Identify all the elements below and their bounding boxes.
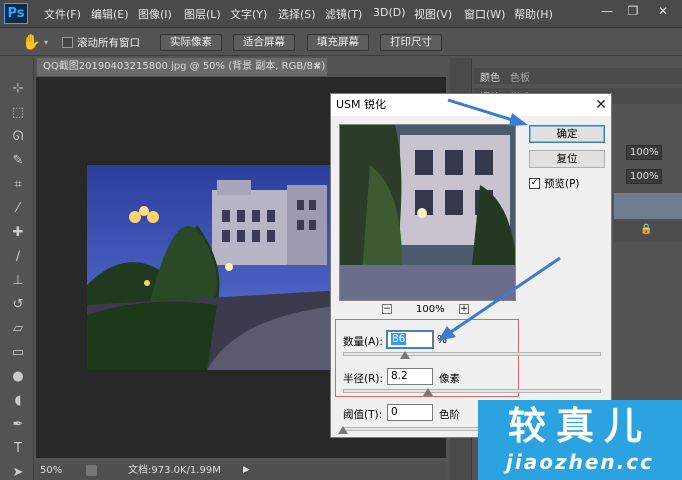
blur-tool-icon[interactable]: ● xyxy=(11,370,25,384)
fill-field[interactable]: 100% xyxy=(626,169,662,184)
threshold-slider-thumb[interactable] xyxy=(338,426,348,434)
tab-swatches[interactable]: 色板 xyxy=(510,69,530,84)
preview-label: 预览(P) xyxy=(544,178,580,190)
history-brush-tool-icon[interactable]: ↺ xyxy=(11,298,25,312)
healing-brush-tool-icon[interactable]: ✚ xyxy=(11,226,25,240)
preview-zoom-level: 100% xyxy=(416,304,445,315)
restore-icon[interactable]: ❐ xyxy=(622,2,644,20)
brush-tool-icon[interactable]: ∕ xyxy=(11,250,25,264)
minimize-icon[interactable]: — xyxy=(596,2,618,20)
zoom-out-button[interactable]: − xyxy=(382,304,392,314)
move-tool-icon[interactable]: ⊹ xyxy=(11,82,25,96)
reset-button[interactable]: 复位 xyxy=(529,150,605,168)
radius-input[interactable]: 8.2 xyxy=(387,368,433,385)
hand-tool-icon[interactable]: ✋ xyxy=(22,33,41,51)
lasso-tool-icon[interactable]: ᘏ xyxy=(11,130,25,144)
layer-row-selected[interactable] xyxy=(614,193,682,219)
amount-input[interactable]: 86 xyxy=(386,330,434,349)
scroll-all-checkbox[interactable] xyxy=(62,37,73,48)
amount-slider-thumb[interactable] xyxy=(399,351,410,359)
threshold-unit: 色阶 xyxy=(439,409,460,421)
menu-image[interactable]: 图像(I) xyxy=(138,6,172,22)
zoom-level[interactable]: 50% xyxy=(40,461,62,480)
ok-button[interactable]: 确定 xyxy=(529,125,605,143)
document-image xyxy=(87,165,345,370)
quick-select-tool-icon[interactable]: ✎ xyxy=(11,154,25,168)
toolbox: ⊹ ⬚ ᘏ ✎ ⌗ ⁄ ✚ ∕ ⊥ ↺ ▱ ▭ ● ◖ ✒ T ➤ xyxy=(0,58,34,480)
type-tool-icon[interactable]: T xyxy=(11,442,25,456)
threshold-label: 阈值(T): xyxy=(343,409,383,421)
layer-row-background[interactable]: 🔒 xyxy=(614,220,682,242)
amount-unit: % xyxy=(437,334,447,346)
menu-window[interactable]: 窗口(W) xyxy=(464,6,505,22)
close-window-icon[interactable]: ✕ xyxy=(652,2,674,20)
unsharp-mask-dialog: USM 锐化 ✕ − 100% + 确定 复位 ✓ 预览(P) 数量(A): 8… xyxy=(330,93,612,438)
eyedropper-tool-icon[interactable]: ⁄ xyxy=(11,202,25,216)
photoshop-logo: Ps xyxy=(4,3,28,24)
document-tab[interactable]: QQ截图20190403215800.jpg @ 50% (背景 副本, RGB… xyxy=(37,58,327,76)
actual-pixels-button[interactable]: 实际像素 xyxy=(160,34,222,51)
watermark-url: jiaozhen.cc xyxy=(506,450,654,474)
eraser-tool-icon[interactable]: ▱ xyxy=(11,322,25,336)
document-info: 文档:973.0K/1.99M xyxy=(128,465,221,476)
menu-layer[interactable]: 图层(L) xyxy=(184,6,221,22)
menu-select[interactable]: 选择(S) xyxy=(278,6,316,22)
radius-label: 半径(R): xyxy=(343,373,384,385)
filter-preview[interactable] xyxy=(339,124,516,301)
radius-slider-track[interactable] xyxy=(343,389,601,393)
menu-type[interactable]: 文字(Y) xyxy=(230,6,267,22)
opacity-field[interactable]: 100% xyxy=(626,145,662,160)
radius-slider-thumb[interactable] xyxy=(423,388,434,396)
watermark: 较真儿 jiaozhen.cc xyxy=(478,400,682,480)
menu-view[interactable]: 视图(V) xyxy=(414,6,452,22)
threshold-input[interactable]: 0 xyxy=(387,404,433,421)
amount-label: 数量(A): xyxy=(343,336,383,348)
zoom-in-button[interactable]: + xyxy=(459,304,469,314)
menu-3d[interactable]: 3D(D) xyxy=(373,6,406,19)
watermark-title: 较真儿 xyxy=(507,404,652,448)
status-arrow-icon[interactable]: ▶ xyxy=(243,461,250,480)
path-select-tool-icon[interactable]: ➤ xyxy=(11,466,25,480)
fit-screen-button[interactable]: 适合屏幕 xyxy=(233,34,295,51)
panel-tabs-color: 颜色 色板 xyxy=(474,68,682,84)
amount-slider-track[interactable] xyxy=(343,352,601,356)
fill-screen-button[interactable]: 填充屏幕 xyxy=(307,34,369,51)
status-options-icon[interactable] xyxy=(86,465,97,476)
stamp-tool-icon[interactable]: ⊥ xyxy=(11,274,25,288)
menu-filter[interactable]: 滤镜(T) xyxy=(325,6,362,22)
status-bar: 50% 文档:973.0K/1.99M ▶ xyxy=(34,461,446,480)
document-tab-close-icon[interactable]: × xyxy=(313,58,321,76)
preview-checkbox[interactable]: ✓ xyxy=(529,178,540,189)
gradient-tool-icon[interactable]: ▭ xyxy=(11,346,25,360)
menu-help[interactable]: 帮助(H) xyxy=(514,6,553,22)
menu-edit[interactable]: 编辑(E) xyxy=(91,6,129,22)
marquee-tool-icon[interactable]: ⬚ xyxy=(11,106,25,120)
radius-unit: 像素 xyxy=(439,373,460,385)
lock-icon: 🔒 xyxy=(640,224,653,235)
dodge-tool-icon[interactable]: ◖ xyxy=(11,394,25,408)
menu-bar: Ps 文件(F) 编辑(E) 图像(I) 图层(L) 文字(Y) 选择(S) 滤… xyxy=(0,0,682,28)
tab-color[interactable]: 颜色 xyxy=(480,69,500,84)
dialog-close-icon[interactable]: ✕ xyxy=(593,96,609,114)
crop-tool-icon[interactable]: ⌗ xyxy=(11,178,25,192)
print-size-button[interactable]: 打印尺寸 xyxy=(380,34,442,51)
tool-preset-chevron-icon[interactable]: ▾ xyxy=(44,38,48,47)
scroll-all-label: 滚动所有窗口 xyxy=(77,37,140,49)
menu-file[interactable]: 文件(F) xyxy=(44,6,81,22)
document-tab-title: QQ截图20190403215800.jpg @ 50% (背景 副本, RGB… xyxy=(43,61,327,72)
dialog-title: USM 锐化 xyxy=(331,94,611,116)
pen-tool-icon[interactable]: ✒ xyxy=(11,418,25,432)
